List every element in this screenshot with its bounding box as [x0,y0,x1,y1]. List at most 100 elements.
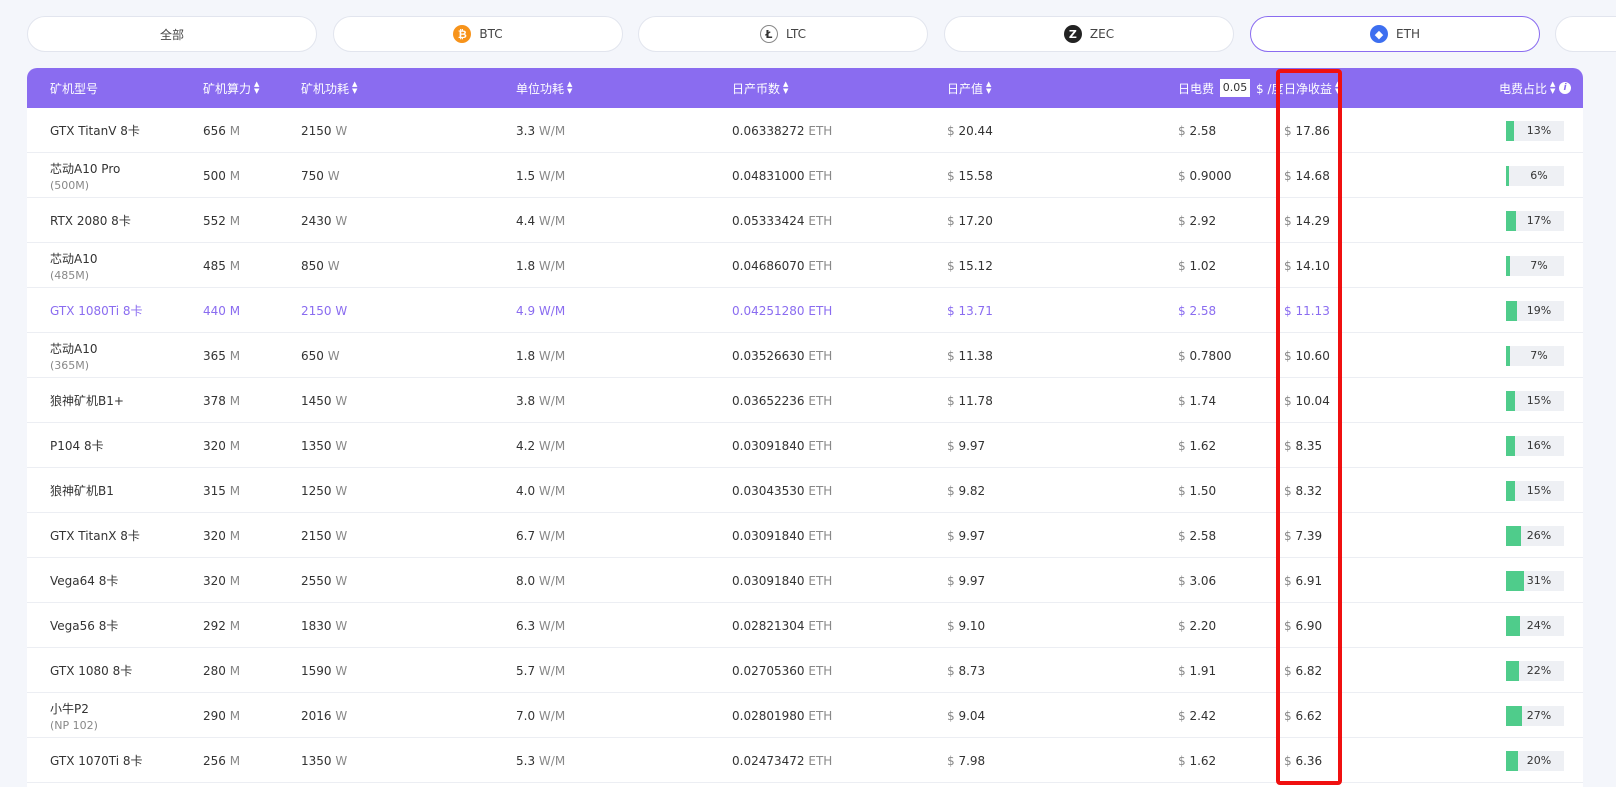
cell-daily-coins: 0.03526630 ETH [732,348,833,363]
cell-net-income: $ 14.29 [1284,213,1330,228]
cell-daily-value: $ 9.10 [947,618,986,633]
table-row[interactable]: P104 8卡 320 M 1350 W 4.2 W/M 0.03091840 ETH $… [27,423,1583,468]
table-row[interactable]: 小牛P2 (NP 102) 290 M 2016 W 7.0 W/M 0.02801980… [27,693,1583,738]
cell-model: P104 8卡 [50,423,104,468]
sort-icon: ▲ ▼ [254,80,260,95]
header-power[interactable]: 矿机功耗 ▲ ▼ [301,68,358,108]
fee-ratio-text: 31% [1526,574,1552,587]
header-electric-fee: 日电费 0.05 $ /度 [1178,79,1284,97]
model-name: GTX 1080 8卡 [50,664,133,678]
info-icon[interactable]: i [1559,82,1572,94]
tab-label: ZEC [1089,27,1115,41]
model-name: 狼神矿机B1+ [50,394,124,408]
tab-zec[interactable]: Z ZEC [944,16,1234,52]
cell-net-income: $ 6.91 [1284,573,1323,588]
cell-hashrate: 500 M [203,168,241,183]
tab-label: ETH [1396,27,1420,41]
cell-net-income: $ 17.86 [1284,123,1330,138]
tab-label: BTC [479,27,503,41]
cell-net-income: $ 11.13 [1284,303,1330,318]
table-header: 矿机型号 矿机算力 ▲ ▼ 矿机功耗 ▲ ▼ 单位功耗 ▲ ▼ 日产币数 ▲ ▼ 日产值 ▲ ▼ 日… [27,68,1583,108]
header-net-income[interactable]: 日净收益 ▲ ▼ [1284,68,1341,108]
cell-hashrate: 320 M [203,573,241,588]
cell-power: 1250 W [301,483,348,498]
cell-daily-coins: 0.02801980 ETH [732,708,833,723]
cell-hashrate: 656 M [203,123,241,138]
cell-model: GTX 1080Ti 8卡 [50,288,143,333]
tab-eth[interactable]: ◆ ETH [1250,16,1540,52]
header-daily-value[interactable]: 日产值 ▲ ▼ [947,68,992,108]
cell-efficiency: 4.0 W/M [516,483,566,498]
tab-全部[interactable]: 全部 [27,16,317,52]
miner-table: 矿机型号 矿机算力 ▲ ▼ 矿机功耗 ▲ ▼ 单位功耗 ▲ ▼ 日产币数 ▲ ▼ 日产值 ▲ ▼ 日… [27,68,1583,787]
fee-ratio-text: 19% [1526,304,1552,317]
model-name: GTX TitanV 8卡 [50,124,140,138]
coin-tabs: 全部 ₿ BTC Ł LTC Z ZEC ◆ ETH [27,16,1616,52]
cell-power: 2550 W [301,573,348,588]
cell-power: 650 W [301,348,340,363]
table-row[interactable]: GTX 1080Ti 8卡 440 M 2150 W 4.9 W/M 0.0425128… [27,288,1583,333]
cell-efficiency: 1.5 W/M [516,168,566,183]
cell-efficiency: 6.3 W/M [516,618,566,633]
cell-power: 2150 W [301,528,348,543]
header-efficiency[interactable]: 单位功耗 ▲ ▼ [516,68,573,108]
table-row[interactable]: GTX 1070Ti 8卡 256 M 1350 W 5.3 W/M 0.0247347… [27,738,1583,783]
header-fee-ratio[interactable]: 电费占比 ▲ ▼ i [1499,68,1572,108]
cell-power: 1590 W [301,663,348,678]
table-row[interactable]: Vega64 8卡 320 M 2550 W 8.0 W/M 0.03091840 ET… [27,558,1583,603]
cell-net-income: $ 14.68 [1284,168,1330,183]
tab-more[interactable] [1555,16,1616,52]
ltc-icon: Ł [759,25,778,43]
table-row[interactable]: 芯动A10 (485M) 485 M 850 W 1.8 W/M 0.04686070 E… [27,243,1583,288]
header-daily-coins[interactable]: 日产币数 ▲ ▼ [732,68,789,108]
electric-fee-input[interactable]: 0.05 [1220,79,1251,97]
cell-daily-coins: 0.04831000 ETH [732,168,833,183]
table-row[interactable]: 芯动A10 (365M) 365 M 650 W 1.8 W/M 0.03526630 E… [27,333,1583,378]
table-row[interactable]: 狼神矿机B1+ 378 M 1450 W 3.8 W/M 0.03652236 ETH $… [27,378,1583,423]
fee-ratio-bar: 17% [1506,211,1564,231]
fee-ratio-bar: 6% [1506,166,1564,186]
fee-ratio-bar: 26% [1506,526,1564,546]
cell-electric-fee: $ 1.62 [1178,753,1217,768]
cell-hashrate: 485 M [203,258,241,273]
table-row[interactable]: 狼神矿机B1 315 M 1250 W 4.0 W/M 0.03043530 ETH $ … [27,468,1583,513]
cell-daily-coins: 0.02473472 ETH [732,753,833,768]
table-row[interactable]: GTX TitanX 8卡 320 M 2150 W 6.7 W/M 0.0309184… [27,513,1583,558]
cell-model: 芯动A10 Pro (500M) [50,153,120,198]
fee-ratio-text: 22% [1526,664,1552,677]
model-sub: (485M) [50,268,90,282]
model-name: 小牛P2 [50,701,89,716]
table-row[interactable]: GTX TitanV 8卡 656 M 2150 W 3.3 W/M 0.0633827… [27,108,1583,153]
fee-ratio-text: 15% [1526,394,1552,407]
cell-model: 芯动A10 (365M) [50,333,97,378]
model-name: GTX 1070Ti 8卡 [50,754,143,768]
cell-power: 2150 W [301,303,348,318]
fee-ratio-text: 16% [1526,439,1552,452]
fee-ratio-text: 24% [1526,619,1552,632]
fee-ratio-text: 17% [1526,214,1552,227]
cell-daily-coins: 0.03091840 ETH [732,528,833,543]
cell-efficiency: 5.3 W/M [516,753,566,768]
header-hashrate[interactable]: 矿机算力 ▲ ▼ [203,68,260,108]
cell-daily-value: $ 11.78 [947,393,993,408]
table-row[interactable]: RTX 2080 8卡 552 M 2430 W 4.4 W/M 0.05333424 … [27,198,1583,243]
table-row[interactable]: 芯动A10 Pro (500M) 500 M 750 W 1.5 W/M 0.048310… [27,153,1583,198]
table-row[interactable]: Vega56 8卡 292 M 1830 W 6.3 W/M 0.02821304 ET… [27,603,1583,648]
cell-model: 狼神矿机B1+ [50,378,124,423]
cell-efficiency: 3.3 W/M [516,123,566,138]
fee-ratio-bar: 7% [1506,346,1564,366]
model-name: GTX 1080Ti 8卡 [50,304,143,318]
cell-daily-coins: 0.03091840 ETH [732,573,833,588]
tab-btc[interactable]: ₿ BTC [333,16,623,52]
cell-hashrate: 320 M [203,528,241,543]
cell-hashrate: 552 M [203,213,241,228]
tab-ltc[interactable]: Ł LTC [638,16,928,52]
cell-electric-fee: $ 2.58 [1178,528,1217,543]
table-row[interactable]: GTX 1080 8卡 280 M 1590 W 5.7 W/M 0.02705360 … [27,648,1583,693]
cell-net-income: $ 10.04 [1284,393,1330,408]
cell-daily-value: $ 15.12 [947,258,993,273]
cell-electric-fee: $ 1.62 [1178,438,1217,453]
fee-ratio-bar: 15% [1506,481,1564,501]
model-sub: (365M) [50,358,90,372]
cell-electric-fee: $ 2.20 [1178,618,1217,633]
